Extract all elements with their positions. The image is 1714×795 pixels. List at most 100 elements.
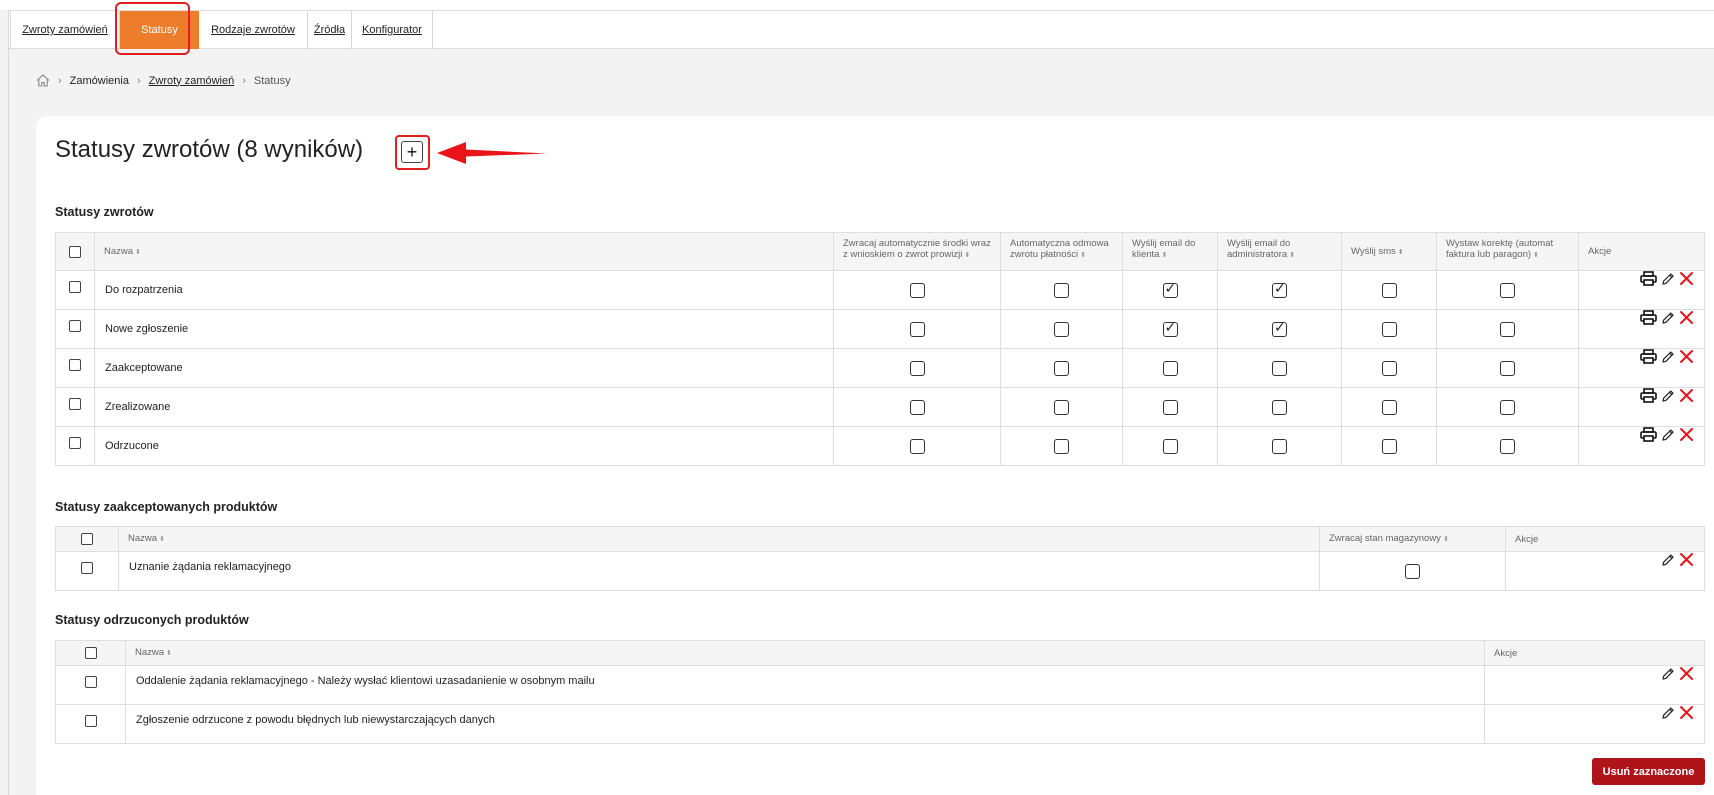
edit-icon[interactable] [1661, 311, 1675, 325]
col-header-correction[interactable]: Wystaw korektę (automat faktura lub para… [1436, 232, 1579, 271]
edit-icon[interactable] [1661, 350, 1675, 364]
correction-checkbox[interactable] [1500, 321, 1515, 337]
email-client-checkbox[interactable] [1162, 281, 1178, 298]
delete-icon[interactable] [1679, 271, 1694, 286]
table-row: Zrealizowane [55, 387, 1705, 427]
row-select-checkbox[interactable] [69, 398, 81, 411]
delete-icon[interactable] [1679, 552, 1694, 567]
row-select-checkbox[interactable] [84, 715, 97, 728]
edit-icon[interactable] [1661, 389, 1675, 403]
edit-icon[interactable] [1661, 553, 1675, 567]
auto-refund-checkbox[interactable] [909, 399, 925, 415]
auto-refund-checkbox[interactable] [909, 321, 925, 337]
edit-icon[interactable] [1661, 428, 1675, 442]
col-header-name[interactable]: Nazwa ⬍ [125, 640, 1485, 666]
home-icon[interactable] [36, 74, 50, 87]
email-client-checkbox[interactable] [1162, 320, 1178, 337]
tab-zrodla[interactable]: Źródła [308, 11, 352, 49]
breadcrumb-separator: › [136, 74, 141, 87]
auto-reject-checkbox[interactable] [1054, 438, 1069, 454]
col-header-email-client[interactable]: Wyślij email do klienta ⬍ [1122, 232, 1218, 271]
sms-checkbox[interactable] [1381, 399, 1397, 415]
print-icon[interactable] [1640, 427, 1657, 442]
auto-refund-checkbox[interactable] [909, 360, 925, 376]
delete-icon[interactable] [1679, 427, 1694, 442]
select-all-checkbox[interactable] [81, 533, 93, 545]
table-header: Nazwa ⬍ Zwracaj stan magazynowy ⬍ Akcje [55, 526, 1705, 552]
print-icon[interactable] [1640, 310, 1657, 325]
row-select-checkbox[interactable] [81, 562, 93, 575]
return-stock-checkbox[interactable] [1405, 563, 1420, 579]
delete-icon[interactable] [1679, 388, 1694, 403]
edit-icon[interactable] [1661, 706, 1675, 720]
correction-checkbox[interactable] [1500, 399, 1515, 415]
select-cell [55, 665, 126, 705]
sort-icon: ⬍ [135, 248, 141, 256]
col-header-sms[interactable]: Wyślij sms ⬍ [1341, 232, 1437, 271]
correction-checkbox[interactable] [1500, 360, 1515, 376]
actions-cell [1578, 387, 1705, 427]
row-select-checkbox[interactable] [69, 359, 81, 372]
auto-reject-checkbox[interactable] [1054, 321, 1069, 337]
tab-zwroty-zamowien[interactable]: Zwroty zamówień [10, 11, 120, 49]
actions-cell [1484, 665, 1705, 705]
delete-selected-button[interactable]: Usuń zaznaczone [1592, 758, 1705, 785]
delete-icon[interactable] [1679, 666, 1694, 681]
email-admin-checkbox[interactable] [1272, 399, 1287, 415]
col-header-actions: Akcje [1578, 232, 1705, 271]
table-row: Odrzucone [55, 426, 1705, 466]
tab-rodzaje-zwrotow[interactable]: Rodzaje zwrotów [199, 11, 308, 49]
select-cell [55, 309, 95, 349]
sort-icon: ⬍ [166, 650, 172, 657]
breadcrumb-zwroty-zamowien[interactable]: Zwroty zamówień [149, 75, 235, 87]
row-select-checkbox[interactable] [69, 281, 81, 294]
email-admin-checkbox[interactable] [1272, 320, 1287, 337]
tab-konfigurator[interactable]: Konfigurator [352, 11, 433, 49]
print-icon[interactable] [1640, 349, 1657, 364]
email-client-checkbox[interactable] [1162, 438, 1178, 454]
auto-refund-checkbox[interactable] [909, 438, 925, 454]
print-icon[interactable] [1640, 388, 1657, 403]
delete-icon[interactable] [1679, 349, 1694, 364]
auto-reject-checkbox[interactable] [1054, 399, 1069, 415]
sms-checkbox[interactable] [1381, 360, 1397, 376]
email-admin-checkbox[interactable] [1272, 360, 1287, 376]
row-select-checkbox[interactable] [69, 320, 81, 333]
delete-icon[interactable] [1679, 705, 1694, 720]
email-admin-checkbox[interactable] [1272, 438, 1287, 454]
col-header-name[interactable]: Nazwa ⬍ [118, 526, 1320, 552]
email-admin-checkbox[interactable] [1272, 281, 1287, 298]
edit-icon[interactable] [1661, 272, 1675, 286]
select-all-checkbox[interactable] [84, 647, 97, 659]
edit-icon[interactable] [1661, 667, 1675, 681]
sms-checkbox[interactable] [1381, 321, 1397, 337]
select-cell [55, 348, 95, 388]
col-header-email-admin[interactable]: Wyślij email do administratora ⬍ [1217, 232, 1342, 271]
row-select-checkbox[interactable] [69, 437, 81, 450]
col-header-auto-refund[interactable]: Zwracaj automatycznie środki wraz z wnio… [833, 232, 1001, 271]
delete-icon[interactable] [1679, 310, 1694, 325]
auto-reject-checkbox[interactable] [1054, 282, 1069, 298]
auto-reject-checkbox[interactable] [1054, 360, 1069, 376]
print-icon[interactable] [1640, 271, 1657, 286]
correction-checkbox[interactable] [1500, 438, 1515, 454]
sms-checkbox[interactable] [1381, 282, 1397, 298]
sms-checkbox[interactable] [1381, 438, 1397, 454]
tab-bar: Zwroty zamówień Statusy Rodzaje zwrotów … [9, 10, 1714, 49]
accepted-status-table: Nazwa ⬍ Zwracaj stan magazynowy ⬍ Akcje Uz… [55, 526, 1705, 591]
status-name: Nowe zgłoszenie [94, 309, 834, 349]
actions-cell [1578, 270, 1705, 310]
col-header-stock[interactable]: Zwracaj stan magazynowy ⬍ [1319, 526, 1506, 552]
select-all-checkbox[interactable] [69, 245, 81, 258]
email-client-checkbox[interactable] [1162, 360, 1178, 376]
auto-refund-checkbox[interactable] [909, 282, 925, 298]
add-status-button[interactable]: + [401, 141, 423, 163]
breadcrumb-zamowienia[interactable]: Zamówienia [70, 75, 129, 87]
status-name: Zaakceptowane [94, 348, 834, 388]
correction-checkbox[interactable] [1500, 282, 1515, 298]
row-select-checkbox[interactable] [84, 676, 97, 689]
email-client-checkbox[interactable] [1162, 399, 1178, 415]
actions-cell [1578, 309, 1705, 349]
col-header-name[interactable]: Nazwa ⬍ [94, 232, 834, 271]
col-header-auto-reject[interactable]: Automatyczna odmowa zwrotu płatności ⬍ [1000, 232, 1123, 271]
